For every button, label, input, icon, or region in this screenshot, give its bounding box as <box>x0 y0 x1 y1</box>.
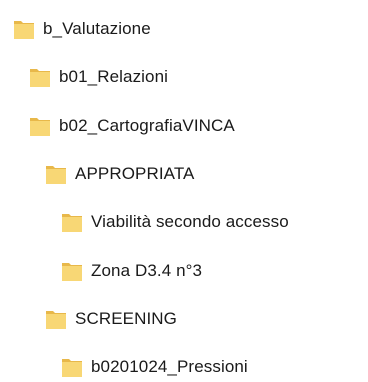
folder-icon <box>60 259 84 283</box>
tree-item-b02-cartografiavinca[interactable]: b02_CartografiaVINCA <box>28 111 235 141</box>
tree-item-screening[interactable]: SCREENING <box>44 304 177 334</box>
tree-item-label: b0201024_Pressioni <box>91 357 248 376</box>
folder-icon <box>60 355 84 379</box>
tree-item-label: b01_Relazioni <box>59 67 169 86</box>
folder-icon <box>44 162 68 186</box>
tree-item-b01-relazioni[interactable]: b01_Relazioni <box>28 62 168 92</box>
tree-item-label: APPROPRIATA <box>75 164 195 183</box>
tree-item-label: b_Valutazione <box>43 19 151 38</box>
tree-item-label: Zona D3.4 n°3 <box>91 261 203 280</box>
tree-item-zona-d3-4-n3[interactable]: Zona D3.4 n°3 <box>60 256 202 286</box>
folder-icon <box>44 307 68 331</box>
folder-icon <box>12 17 36 41</box>
folder-icon <box>28 65 52 89</box>
tree-item-b-valutazione[interactable]: b_Valutazione <box>12 14 151 44</box>
tree-item-b0201024-pressioni[interactable]: b0201024_Pressioni <box>60 352 248 382</box>
tree-item-appropriata[interactable]: APPROPRIATA <box>44 159 195 189</box>
folder-tree: b_Valutazione b01_Relazioni b02_Cartogra… <box>0 0 368 379</box>
folder-icon <box>28 114 52 138</box>
tree-item-viabilita-secondo-accesso[interactable]: Viabilità secondo accesso <box>60 207 289 237</box>
folder-icon <box>60 210 84 234</box>
tree-item-label: b02_CartografiaVINCA <box>59 116 235 135</box>
tree-item-label: Viabilità secondo accesso <box>91 212 289 231</box>
tree-item-label: SCREENING <box>75 309 177 328</box>
